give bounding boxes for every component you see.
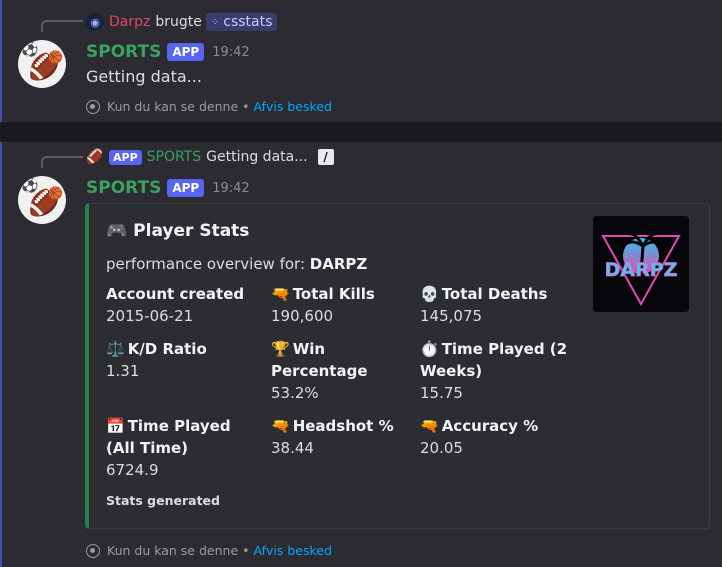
reply-reference[interactable]: ◉ Darpz brugte ⁘ csstats (86, 11, 278, 33)
ephemeral-text: Kun du kan se denne • (107, 99, 250, 114)
field-total-deaths: 💀 Total Deaths 145,075 (420, 283, 570, 327)
command-name: csstats (223, 14, 273, 30)
field-value: 15.75 (420, 384, 463, 402)
field-name: 📅 Time Played (All Time) (106, 417, 231, 457)
ephemeral-highlight-bar (0, 0, 2, 122)
app-grid-icon: ⁘ (210, 16, 220, 28)
field-name: 🔫 Total Kills (271, 285, 375, 303)
synthwave-logo-icon: DARPZ (593, 216, 689, 312)
field-name: 🏆 Win Percentage (271, 340, 368, 380)
field-name: 💀 Total Deaths (420, 285, 548, 303)
ephemeral-notice: Kun du kan se denne • Afvis besked (86, 543, 332, 558)
field-accuracy-percent: 🔫 Accuracy % 20.05 (420, 415, 570, 459)
slash-command-icon: / (317, 149, 334, 165)
embed-title-text: Player Stats (133, 221, 250, 241)
field-time-played-all-time: 📅 Time Played (All Time) 6724.9 (106, 415, 256, 481)
basketball-icon: 🏀 (48, 186, 63, 200)
basketball-icon: 🏀 (48, 50, 63, 64)
field-value: 38.44 (271, 439, 314, 457)
field-value: 145,075 (420, 307, 483, 325)
reply-connector (41, 156, 83, 168)
timestamp[interactable]: 19:42 (212, 45, 249, 60)
embed-title: 🎮 Player Stats (106, 221, 249, 241)
ephemeral-highlight-bar (0, 142, 2, 567)
description-prefix: performance overview for: (106, 255, 306, 273)
message-header: SPORTS APP 19:42 (86, 40, 250, 64)
water-gun-icon: 🔫 (271, 417, 290, 435)
reply-connector (41, 20, 83, 32)
ephemeral-text: Kun du kan se denne • (107, 543, 250, 558)
embed-footer: Stats generated (106, 493, 220, 508)
water-gun-icon: 🔫 (420, 417, 439, 435)
description-username: DARPZ (309, 255, 368, 273)
gamepad-icon: 🎮 (106, 221, 128, 241)
reply-reference[interactable]: 🏈 APP SPORTS Getting data... / (86, 146, 334, 168)
field-value: 20.05 (420, 439, 463, 457)
ephemeral-notice: Kun du kan se denne • Afvis besked (86, 99, 332, 114)
field-name: Account created (106, 285, 245, 303)
stopwatch-icon: ⏱️ (420, 340, 439, 358)
field-name: ⏱️ Time Played (2 Weeks) (420, 340, 568, 380)
field-value: 6724.9 (106, 461, 159, 479)
trophy-icon: 🏆 (271, 340, 290, 358)
water-gun-icon: 🔫 (271, 285, 290, 303)
reply-username[interactable]: SPORTS (147, 149, 202, 165)
calendar-icon: 📅 (106, 417, 125, 435)
scales-icon: ⚖️ (106, 340, 125, 358)
reply-text: Getting data... (206, 149, 308, 165)
field-name: 🔫 Accuracy % (420, 417, 539, 435)
reply-action: brugte (155, 14, 202, 30)
field-account-created: Account created 2015-06-21 (106, 283, 256, 327)
field-headshot-percent: 🔫 Headshot % 38.44 (271, 415, 421, 459)
skull-icon: 💀 (420, 285, 439, 303)
author-name[interactable]: SPORTS (86, 178, 161, 198)
message-getting-data: ◉ Darpz brugte ⁘ csstats ⚽ 🏈 🏀 SPORTS AP… (0, 0, 722, 122)
thumbnail-text: DARPZ (605, 259, 678, 281)
embed-description: performance overview for: DARPZ (106, 255, 367, 273)
timestamp[interactable]: 19:42 (212, 181, 249, 196)
field-value: 2015-06-21 (106, 307, 194, 325)
football-icon: 🏈 (86, 148, 104, 166)
bot-avatar[interactable]: ⚽ 🏈 🏀 (18, 40, 66, 88)
app-badge: APP (167, 43, 205, 61)
message-player-stats: 🏈 APP SPORTS Getting data... / ⚽ 🏈 🏀 SPO… (0, 142, 722, 567)
slash-command-chip[interactable]: ⁘ csstats (205, 13, 278, 31)
app-badge: APP (167, 179, 205, 197)
field-name: ⚖️ K/D Ratio (106, 340, 207, 358)
eye-icon (86, 99, 100, 114)
field-name: 🔫 Headshot % (271, 417, 394, 435)
reply-username[interactable]: Darpz (109, 14, 150, 30)
embed-thumbnail[interactable]: DARPZ (593, 216, 689, 312)
bot-avatar[interactable]: ⚽ 🏈 🏀 (18, 176, 66, 224)
field-kd-ratio: ⚖️ K/D Ratio 1.31 (106, 338, 256, 382)
field-time-played-2-weeks: ⏱️ Time Played (2 Weeks) 15.75 (420, 338, 570, 404)
dismiss-message-link[interactable]: Afvis besked (253, 543, 331, 558)
message-header: SPORTS APP 19:42 (86, 176, 250, 200)
user-avatar-icon[interactable]: ◉ (86, 13, 104, 31)
field-value: 190,600 (271, 307, 334, 325)
field-value: 1.31 (106, 362, 140, 380)
field-total-kills: 🔫 Total Kills 190,600 (271, 283, 421, 327)
field-value: 53.2% (271, 384, 319, 402)
dismiss-message-link[interactable]: Afvis besked (253, 99, 331, 114)
message-content: Getting data... (86, 67, 202, 86)
author-name[interactable]: SPORTS (86, 42, 161, 62)
field-win-percentage: 🏆 Win Percentage 53.2% (271, 338, 421, 404)
player-stats-embed: 🎮 Player Stats performance overview for:… (85, 203, 710, 529)
eye-icon (86, 543, 100, 558)
app-badge: APP (109, 149, 142, 165)
